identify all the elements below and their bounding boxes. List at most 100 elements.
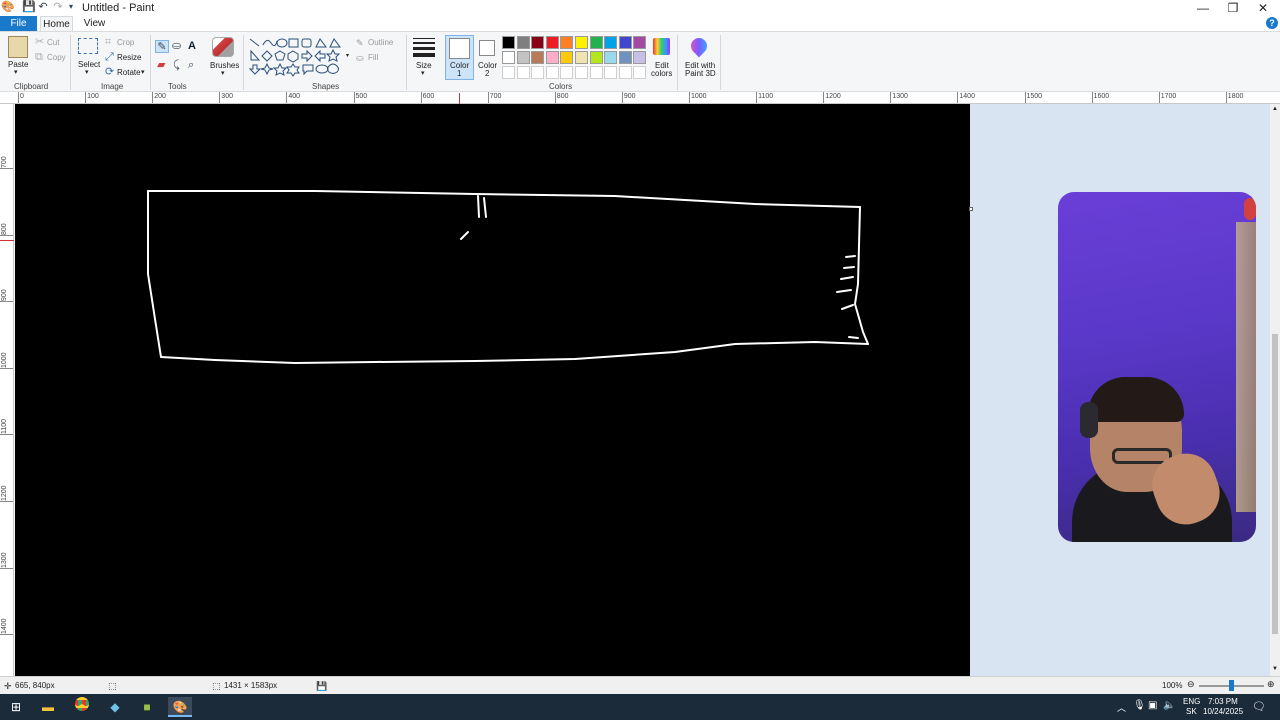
zoom-out-icon[interactable]: ⊖: [1187, 679, 1195, 690]
file-explorer-icon[interactable]: ▬: [38, 697, 58, 717]
color-swatch[interactable]: [560, 36, 574, 49]
minimize-button[interactable]: —: [1188, 0, 1218, 16]
color-swatch[interactable]: [618, 36, 632, 49]
custom-color-slot[interactable]: [531, 66, 545, 79]
scroll-down-icon[interactable]: ▼: [1272, 666, 1278, 672]
fill-bucket-icon[interactable]: ⛀: [172, 40, 181, 52]
color-swatch[interactable]: [516, 51, 530, 64]
volume-icon[interactable]: 🔈: [1163, 700, 1175, 711]
vertical-scrollbar[interactable]: ▲ ▼: [1270, 104, 1280, 676]
custom-color-slot[interactable]: [589, 66, 603, 79]
help-icon[interactable]: ?: [1266, 17, 1278, 29]
color-swatch[interactable]: [589, 51, 603, 64]
language-indicator[interactable]: ENG: [1183, 697, 1200, 706]
undo-icon[interactable]: ↶: [37, 1, 49, 13]
microphone-icon[interactable]: 🎙: [1133, 700, 1146, 711]
redo-icon[interactable]: ↷: [52, 1, 64, 13]
color-swatch[interactable]: [531, 36, 545, 49]
start-windows-icon[interactable]: ⊞: [6, 697, 26, 717]
tab-home[interactable]: Home: [40, 16, 73, 31]
outline-icon[interactable]: ✎: [356, 37, 364, 49]
crop-icon[interactable]: ⌗: [105, 36, 111, 48]
color-swatch[interactable]: [531, 51, 545, 64]
zoom-in-icon[interactable]: ⊕: [1267, 679, 1275, 690]
color-swatch[interactable]: [502, 51, 515, 64]
resize-button[interactable]: Resize: [117, 53, 141, 62]
outline-button[interactable]: Outline: [368, 38, 393, 47]
zoom-slider-thumb[interactable]: [1229, 680, 1234, 691]
paste-dropdown-icon[interactable]: ▾: [14, 68, 18, 76]
shapes-gallery[interactable]: [247, 36, 347, 78]
color-swatch[interactable]: [633, 36, 647, 49]
maximize-button[interactable]: ❐: [1218, 0, 1248, 16]
rotate-icon[interactable]: ⟳: [105, 66, 114, 78]
color-swatch[interactable]: [545, 36, 559, 49]
color-swatch[interactable]: [604, 36, 618, 49]
tray-overflow-icon[interactable]: ︿: [1117, 701, 1126, 714]
size-icon[interactable]: [413, 38, 435, 57]
tab-file[interactable]: File: [0, 16, 37, 31]
clock-time[interactable]: 7:03 PM: [1208, 697, 1238, 706]
custom-color-slot[interactable]: [545, 66, 559, 79]
brushes-dropdown-icon[interactable]: ▾: [221, 69, 225, 77]
fill-button[interactable]: Fill: [368, 53, 378, 62]
custom-color-slot[interactable]: [502, 66, 515, 79]
color-picker-icon[interactable]: ⤹: [173, 59, 180, 71]
resize-icon[interactable]: ⤢: [105, 51, 114, 63]
paste-button[interactable]: Paste: [8, 60, 28, 69]
shapes-scroll-icon[interactable]: ▾: [346, 52, 349, 59]
crop-button[interactable]: Crop: [117, 38, 134, 47]
close-button[interactable]: ✕: [1248, 0, 1278, 16]
clock-date[interactable]: 10/24/2025: [1203, 707, 1243, 716]
custom-color-slot[interactable]: [575, 66, 588, 79]
fill-icon[interactable]: ⛀: [356, 52, 364, 64]
color2-swatch[interactable]: [479, 40, 495, 56]
scroll-up-icon[interactable]: ▲: [1272, 106, 1278, 112]
custom-color-slot[interactable]: [618, 66, 632, 79]
save-icon[interactable]: 💾: [22, 1, 36, 13]
edit-colors-icon[interactable]: [653, 38, 670, 55]
color-swatch[interactable]: [575, 51, 588, 64]
magnifier-icon[interactable]: ⌕: [188, 59, 194, 71]
text-tool-icon[interactable]: A: [188, 40, 196, 52]
network-icon[interactable]: ▣: [1148, 700, 1157, 711]
customize-quick-access-icon[interactable]: ▾: [65, 1, 77, 13]
color-swatch[interactable]: [560, 51, 574, 64]
custom-color-slot[interactable]: [633, 66, 647, 79]
custom-color-slot[interactable]: [516, 66, 530, 79]
canvas-resize-handle[interactable]: [969, 207, 973, 211]
paste-icon[interactable]: [8, 36, 28, 58]
rotate-dropdown-icon[interactable]: ▾: [141, 68, 145, 76]
color-swatch[interactable]: [545, 51, 559, 64]
drawing-canvas[interactable]: [15, 104, 970, 676]
color-swatch[interactable]: [633, 51, 647, 64]
app-icon[interactable]: ◆: [105, 697, 125, 717]
color-swatch[interactable]: [604, 51, 618, 64]
copy-button[interactable]: Copy: [47, 53, 66, 62]
keyboard-layout[interactable]: SK: [1186, 707, 1197, 716]
cut-button[interactable]: Cut: [47, 38, 59, 47]
brushes-button[interactable]: Brushes: [210, 61, 239, 70]
select-dropdown-icon[interactable]: ▾: [85, 68, 89, 76]
copy-icon[interactable]: ⧉: [35, 51, 43, 63]
color-swatch[interactable]: [575, 36, 588, 49]
select-icon[interactable]: [78, 38, 98, 54]
notifications-icon[interactable]: 🗨: [1252, 700, 1266, 713]
tab-view[interactable]: View: [78, 16, 111, 31]
size-dropdown-icon[interactable]: ▾: [421, 69, 425, 77]
eraser-icon[interactable]: ▰: [157, 59, 165, 71]
color1-swatch[interactable]: [449, 38, 470, 59]
pencil-icon[interactable]: ✎: [155, 40, 169, 53]
brushes-icon[interactable]: [212, 37, 234, 57]
color-swatch[interactable]: [516, 36, 530, 49]
paint-taskbar-icon[interactable]: 🎨: [168, 697, 192, 717]
chrome-icon[interactable]: [72, 697, 92, 717]
color-swatch[interactable]: [589, 36, 603, 49]
custom-color-slot[interactable]: [604, 66, 618, 79]
select-button[interactable]: Select: [78, 60, 100, 69]
color-swatch[interactable]: [502, 36, 515, 49]
custom-color-slot[interactable]: [560, 66, 574, 79]
minecraft-icon[interactable]: ■: [137, 697, 157, 717]
color-swatch[interactable]: [618, 51, 632, 64]
scroll-thumb[interactable]: [1272, 334, 1278, 634]
